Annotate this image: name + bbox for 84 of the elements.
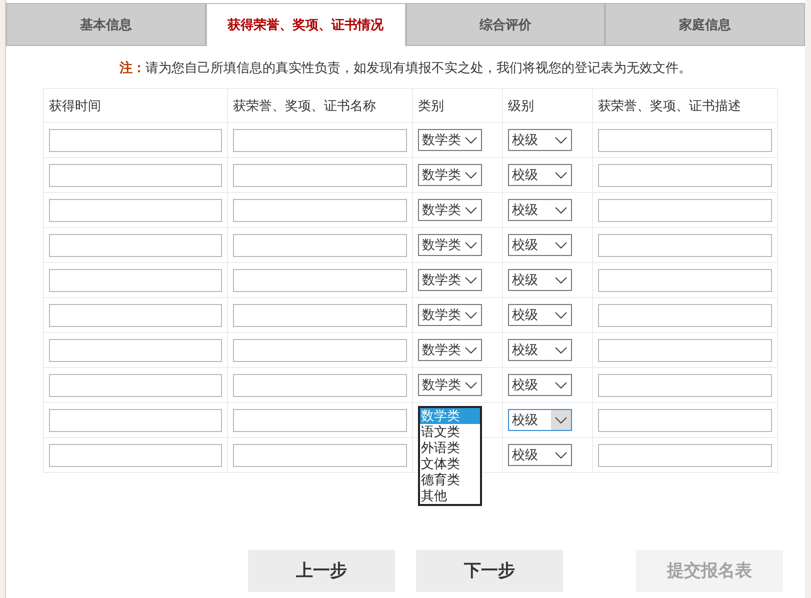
dropdown[interactable]: 数学类	[418, 199, 482, 221]
chevron-icon	[555, 382, 567, 388]
chevron-icon	[465, 382, 477, 388]
input-field[interactable]	[49, 338, 222, 362]
dropdown-option[interactable]: 外语类	[420, 440, 480, 456]
column-header: 级别	[508, 98, 534, 113]
input-field[interactable]	[598, 234, 772, 256]
chevron-icon	[555, 312, 567, 318]
input-field[interactable]	[233, 268, 407, 292]
dropdown-option[interactable]: 语文类	[420, 424, 480, 440]
dropdown[interactable]: 校级	[508, 129, 572, 151]
dropdown[interactable]: 校级	[508, 304, 572, 326]
column-header: 类别	[418, 98, 444, 113]
dropdown[interactable]: 校级	[508, 374, 572, 396]
input-field[interactable]	[598, 304, 772, 326]
input-field[interactable]	[233, 234, 407, 256]
input-field[interactable]	[598, 164, 772, 186]
dropdown[interactable]: 校级	[508, 234, 572, 256]
dropdown[interactable]: 数学类	[418, 234, 482, 256]
dropdown-option[interactable]: 其他	[420, 488, 480, 504]
chevron-icon	[555, 172, 567, 178]
dropdown[interactable]: 数学类	[418, 164, 482, 186]
dropdown[interactable]: 校级	[508, 409, 572, 431]
input-field[interactable]	[598, 444, 772, 466]
dropdown[interactable]: 数学类	[418, 339, 482, 361]
chevron-icon	[555, 346, 567, 354]
input-field[interactable]	[598, 198, 772, 222]
chevron-icon	[465, 136, 477, 144]
input-field[interactable]	[49, 234, 222, 256]
dropdown[interactable]: 校级	[508, 444, 572, 466]
chevron-icon	[465, 242, 477, 248]
notice-label: 注：	[120, 60, 146, 75]
column-header: 获得时间	[49, 98, 101, 113]
chevron-icon	[465, 206, 477, 214]
input-field[interactable]	[233, 374, 407, 396]
dropdown[interactable]: 数学类	[418, 129, 482, 151]
chevron-icon	[465, 346, 477, 354]
chevron-icon	[555, 242, 567, 248]
notice-text: 请为您自己所填信息的真实性负责，如发现有填报不实之处，我们将视您的登记表为无效文件。	[146, 60, 692, 75]
chevron-icon	[555, 276, 567, 284]
input-field[interactable]	[49, 164, 222, 186]
tab[interactable]: 获得荣誉、奖项、证书情况	[206, 3, 406, 46]
dropdown-option[interactable]: 德育类	[420, 472, 480, 488]
tab[interactable]: 家庭信息	[605, 3, 805, 46]
step-button[interactable]: 下一步	[416, 550, 563, 592]
chevron-icon	[555, 416, 567, 424]
tab[interactable]: 综合评价	[406, 3, 606, 46]
input-field[interactable]	[233, 304, 407, 326]
input-field[interactable]	[598, 374, 772, 396]
input-field[interactable]	[49, 444, 222, 466]
input-field[interactable]	[49, 268, 222, 292]
input-field[interactable]	[233, 128, 407, 152]
input-field[interactable]	[49, 304, 222, 326]
chevron-icon	[465, 172, 477, 178]
input-field[interactable]	[233, 198, 407, 222]
chevron-icon	[465, 312, 477, 318]
dropdown[interactable]: 数学类	[418, 269, 482, 291]
chevron-icon	[555, 136, 567, 144]
step-button[interactable]: 上一步	[248, 550, 395, 592]
input-field[interactable]	[49, 128, 222, 152]
input-field[interactable]	[49, 374, 222, 396]
input-field[interactable]	[233, 408, 407, 432]
input-field[interactable]	[598, 268, 772, 292]
tab[interactable]: 基本信息	[6, 3, 206, 46]
input-field[interactable]	[49, 408, 222, 432]
dropdown[interactable]: 校级	[508, 199, 572, 221]
dropdown[interactable]: 校级	[508, 164, 572, 186]
input-field[interactable]	[49, 198, 222, 222]
chevron-icon	[465, 276, 477, 284]
dropdown[interactable]: 数学类	[418, 374, 482, 396]
chevron-icon	[555, 206, 567, 214]
column-header: 获荣誉、奖项、证书名称	[233, 98, 376, 113]
dropdown-option[interactable]: 文体类	[420, 456, 480, 472]
input-field[interactable]	[598, 338, 772, 362]
input-field[interactable]	[233, 444, 407, 466]
dropdown[interactable]: 校级	[508, 339, 572, 361]
input-field[interactable]	[598, 408, 772, 432]
input-field[interactable]	[598, 128, 772, 152]
input-field[interactable]	[233, 338, 407, 362]
dropdown[interactable]: 数学类	[418, 304, 482, 326]
dropdown[interactable]: 校级	[508, 269, 572, 291]
column-header: 获荣誉、奖项、证书描述	[598, 98, 741, 113]
chevron-icon	[555, 452, 567, 458]
input-field[interactable]	[233, 164, 407, 186]
